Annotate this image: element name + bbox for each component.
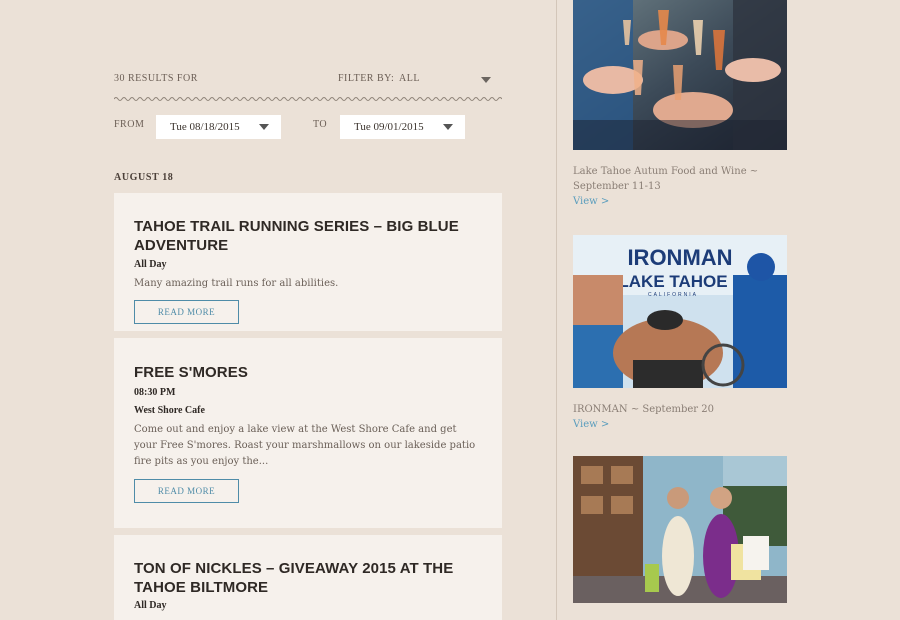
read-more-button[interactable]: READ MORE — [134, 300, 239, 324]
chevron-down-icon — [481, 77, 491, 83]
promo-caption: Lake Tahoe Autum Food and Wine ~ Septemb… — [573, 164, 787, 209]
event-card: FREE S'MORES 08:30 PM West Shore Cafe Co… — [114, 338, 502, 528]
chevron-down-icon — [443, 124, 453, 130]
to-label: TO — [313, 119, 328, 130]
filter-select[interactable]: ALL — [399, 73, 491, 87]
event-venue: West Shore Cafe — [134, 405, 205, 416]
chevron-down-icon — [259, 124, 269, 130]
event-card: TAHOE TRAIL RUNNING SERIES – BIG BLUE AD… — [114, 193, 502, 331]
from-label: FROM — [114, 119, 145, 130]
promo-image-food-wine[interactable] — [573, 0, 787, 150]
shopping-photo — [573, 456, 787, 603]
to-date-value: Tue 09/01/2015 — [354, 121, 424, 133]
lake-tahoe-logo-text: LAKE TAHOE — [618, 272, 727, 291]
promo-caption-text: IRONMAN ~ September 20 — [573, 404, 714, 415]
to-date-select[interactable]: Tue 09/01/2015 — [340, 115, 465, 139]
promo-image-ironman[interactable]: IRONMAN LAKE TAHOE CALIFORNIA — [573, 235, 787, 388]
filter-select-value: ALL — [399, 73, 420, 84]
ironman-logo-text: IRONMAN — [627, 245, 732, 270]
day-heading: AUGUST 18 — [114, 172, 174, 183]
promo-view-link[interactable]: View > — [573, 194, 787, 209]
promo-image-shopping[interactable] — [573, 456, 787, 603]
event-title[interactable]: TON OF NICKLES – GIVEAWAY 2015 AT THE TA… — [134, 559, 482, 597]
from-date-value: Tue 08/18/2015 — [170, 121, 240, 133]
event-card: TON OF NICKLES – GIVEAWAY 2015 AT THE TA… — [114, 535, 502, 620]
date-range-row: FROM Tue 08/18/2015 TO Tue 09/01/2015 — [114, 115, 502, 139]
promo-caption: IRONMAN ~ September 20 View > — [573, 402, 787, 432]
read-more-button[interactable]: READ MORE — [134, 479, 239, 503]
from-date-select[interactable]: Tue 08/18/2015 — [156, 115, 281, 139]
event-description: Many amazing trail runs for all abilitie… — [134, 278, 339, 289]
event-time: All Day — [134, 259, 167, 270]
ironman-photo: IRONMAN LAKE TAHOE CALIFORNIA — [573, 235, 787, 388]
california-logo-text: CALIFORNIA — [648, 292, 698, 298]
promo-view-link[interactable]: View > — [573, 417, 787, 432]
event-title[interactable]: FREE S'MORES — [134, 363, 482, 382]
event-description: Come out and enjoy a lake view at the We… — [134, 424, 476, 467]
event-time: 08:30 PM — [134, 387, 176, 398]
column-divider — [556, 0, 557, 620]
wine-toast-photo — [573, 0, 787, 150]
filter-by-label: FILTER BY: — [338, 73, 395, 84]
wavy-divider — [114, 97, 502, 101]
promo-caption-text: Lake Tahoe Autum Food and Wine ~ Septemb… — [573, 166, 759, 192]
event-time: All Day — [134, 600, 167, 611]
results-count: 30 RESULTS FOR — [114, 73, 198, 84]
event-title[interactable]: TAHOE TRAIL RUNNING SERIES – BIG BLUE AD… — [134, 217, 482, 255]
